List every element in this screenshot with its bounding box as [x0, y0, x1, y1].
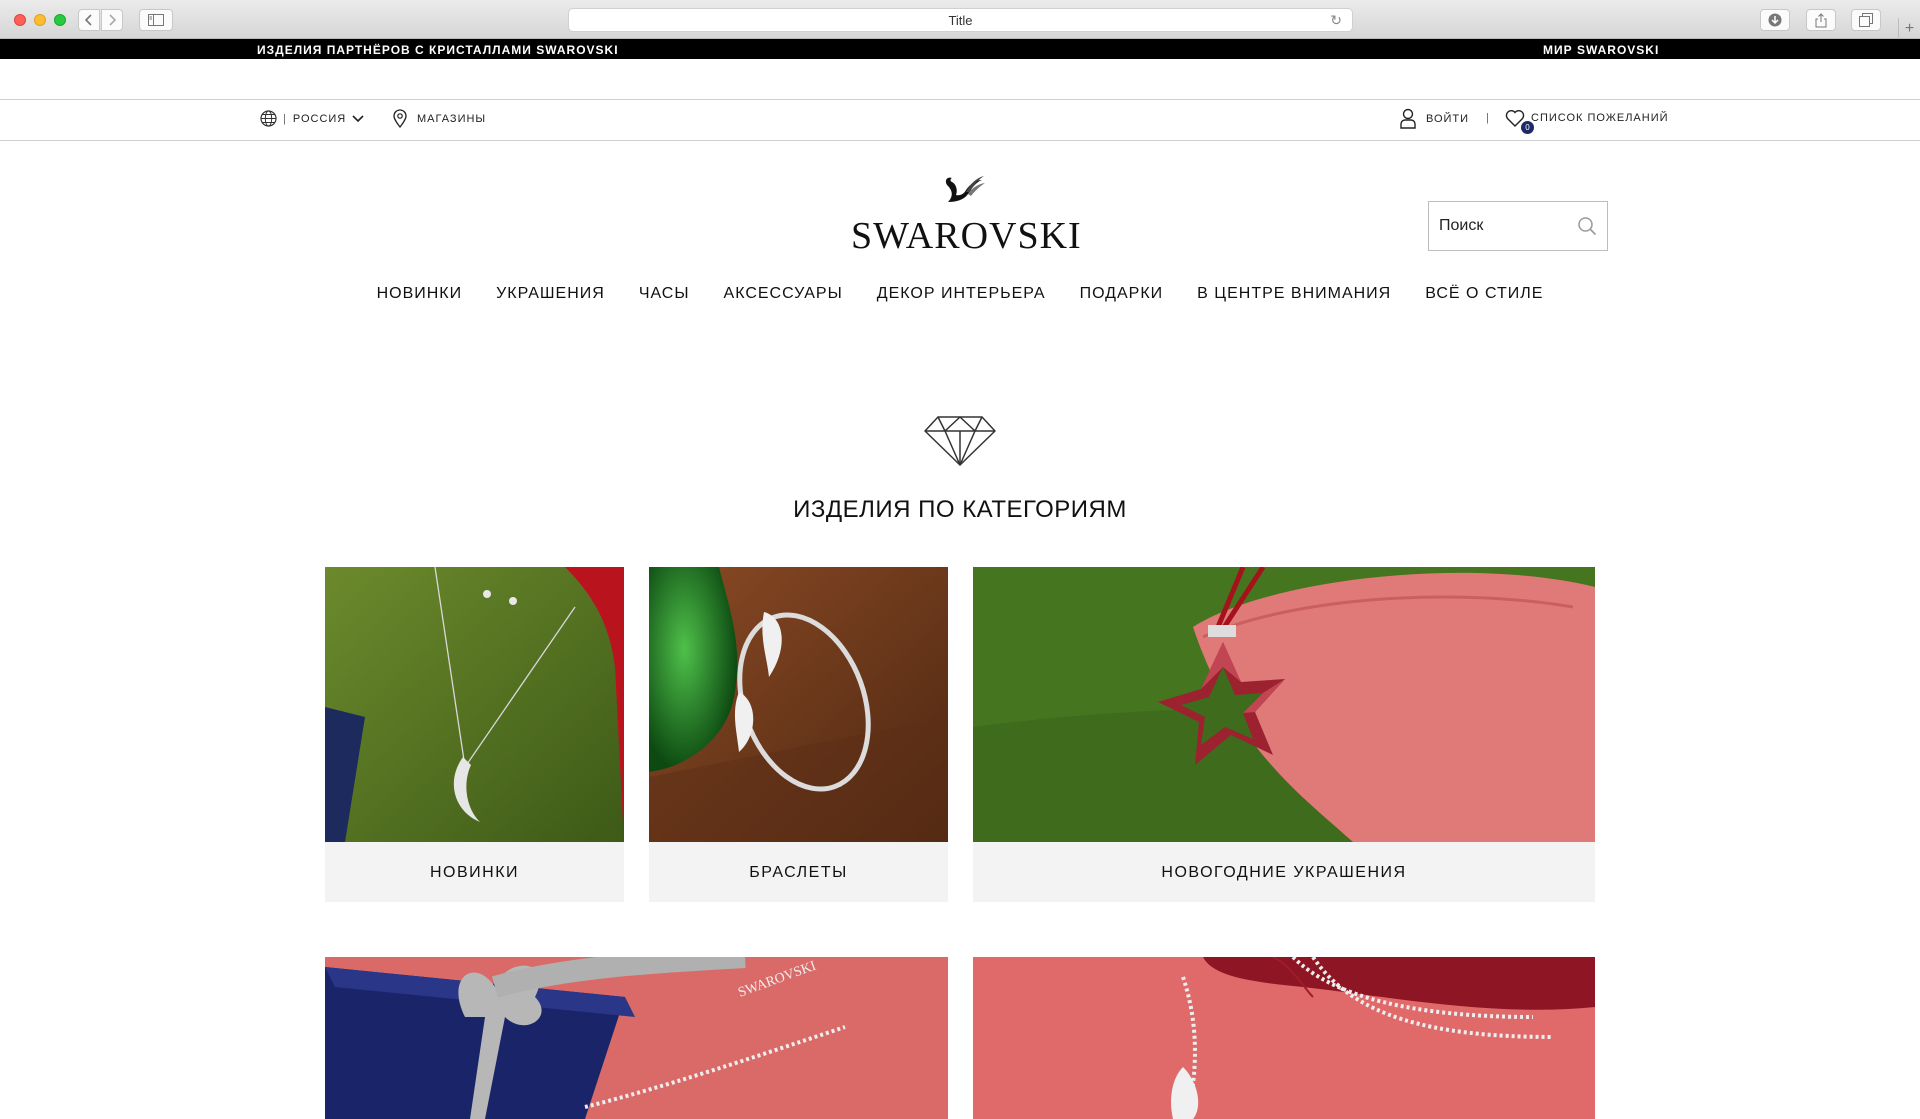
downloads-button[interactable] [1760, 9, 1790, 31]
close-window-button[interactable] [14, 14, 26, 26]
category-label: БРАСЛЕТЫ [749, 864, 848, 881]
search-icon[interactable] [1577, 216, 1597, 236]
tabs-icon [1859, 13, 1873, 27]
promo-bar: ИЗДЕЛИЯ ПАРТНЁРОВ С КРИСТАЛЛАМИ SWAROVSK… [0, 39, 1920, 59]
category-image-gifts: SWAROVSKI [325, 957, 948, 1119]
chevron-down-icon [352, 114, 364, 122]
share-button[interactable] [1806, 9, 1836, 31]
page-tab-title: Title [948, 12, 973, 28]
country-label: РОССИЯ [292, 112, 347, 125]
country-separator: | [283, 112, 287, 125]
category-label: НОВИНКИ [429, 864, 520, 881]
category-card-gifts[interactable]: SWAROVSKI [325, 957, 948, 1119]
download-icon [1768, 13, 1782, 27]
stores-label: МАГАЗИНЫ [417, 112, 487, 125]
utility-separator: | [1486, 112, 1490, 124]
category-image-new [325, 567, 624, 842]
brand-wordmark: SWAROVSKI [851, 215, 1082, 257]
login-label: ВОЙТИ [1426, 112, 1470, 125]
sidebar-icon [148, 14, 164, 26]
minimize-window-button[interactable] [34, 14, 46, 26]
category-label: НОВОГОДНИЕ УКРАШЕНИЯ [1161, 864, 1407, 881]
login-link[interactable]: ВОЙТИ [1400, 108, 1469, 129]
search-box[interactable] [1428, 201, 1608, 251]
utility-bar: | РОССИЯ МАГАЗИНЫ ВОЙТИ | СПИСОК ПОЖЕЛАН… [0, 99, 1920, 141]
nav-item-accessories[interactable]: АКСЕССУАРЫ [724, 285, 843, 309]
categories-title: ИЗДЕЛИЯ ПО КАТЕГОРИЯМ [793, 496, 1127, 523]
nav-item-home-decor[interactable]: ДЕКОР ИНТЕРЬЕРА [877, 285, 1046, 309]
tabs-overview-button[interactable] [1851, 9, 1881, 31]
share-icon [1815, 12, 1827, 27]
browser-toolbar: Title ↻ + [0, 0, 1920, 39]
chevron-left-icon [84, 14, 92, 26]
nav-item-spotlight[interactable]: В ЦЕНТРЕ ВНИМАНИЯ [1197, 285, 1391, 309]
wishlist-label: СПИСОК ПОЖЕЛАНИЙ [1531, 112, 1669, 124]
zoom-window-button[interactable] [54, 14, 66, 26]
nav-item-jewelry[interactable]: УКРАШЕНИЯ [496, 285, 605, 309]
plus-icon: + [1904, 19, 1915, 37]
category-card-necklaces[interactable] [973, 957, 1595, 1119]
address-bar[interactable]: Title ↻ [568, 8, 1353, 32]
promo-partners-link[interactable]: ИЗДЕЛИЯ ПАРТНЁРОВ С КРИСТАЛЛАМИ SWAROVSK… [257, 43, 619, 57]
stores-link[interactable]: МАГАЗИНЫ [393, 109, 486, 128]
category-card-ornaments[interactable]: НОВОГОДНИЕ УКРАШЕНИЯ [973, 567, 1595, 902]
chevron-right-icon [109, 14, 117, 26]
nav-item-style[interactable]: ВСЁ О СТИЛЕ [1425, 285, 1543, 309]
sidebar-toggle-button[interactable] [139, 9, 173, 31]
new-tab-button[interactable]: + [1898, 18, 1920, 39]
country-selector[interactable]: | РОССИЯ [260, 110, 364, 127]
category-card-bracelets[interactable]: БРАСЛЕТЫ [649, 567, 948, 902]
category-card-new[interactable]: НОВИНКИ [325, 567, 624, 902]
category-image-necklaces [973, 957, 1595, 1119]
main-nav: НОВИНКИ УКРАШЕНИЯ ЧАСЫ АКСЕССУАРЫ ДЕКОР … [0, 285, 1920, 309]
reload-icon[interactable]: ↻ [1330, 12, 1342, 29]
wishlist-count-badge: 0 [1521, 121, 1534, 134]
back-button[interactable] [78, 9, 100, 31]
nav-item-gifts[interactable]: ПОДАРКИ [1080, 285, 1164, 309]
swarovski-logo[interactable]: SWAROVSKI [851, 170, 1082, 257]
diamond-icon [924, 416, 996, 466]
category-image-bracelets [649, 567, 948, 842]
promo-world-link[interactable]: МИР SWAROVSKI [1543, 43, 1659, 57]
search-input[interactable] [1439, 217, 1569, 235]
swan-logo-icon [945, 176, 985, 202]
map-pin-icon [393, 109, 407, 128]
user-icon [1400, 108, 1416, 129]
forward-button[interactable] [101, 9, 123, 31]
nav-item-watches[interactable]: ЧАСЫ [639, 285, 690, 309]
category-image-ornaments [973, 567, 1595, 842]
nav-item-new[interactable]: НОВИНКИ [377, 285, 463, 309]
globe-icon [260, 110, 277, 127]
